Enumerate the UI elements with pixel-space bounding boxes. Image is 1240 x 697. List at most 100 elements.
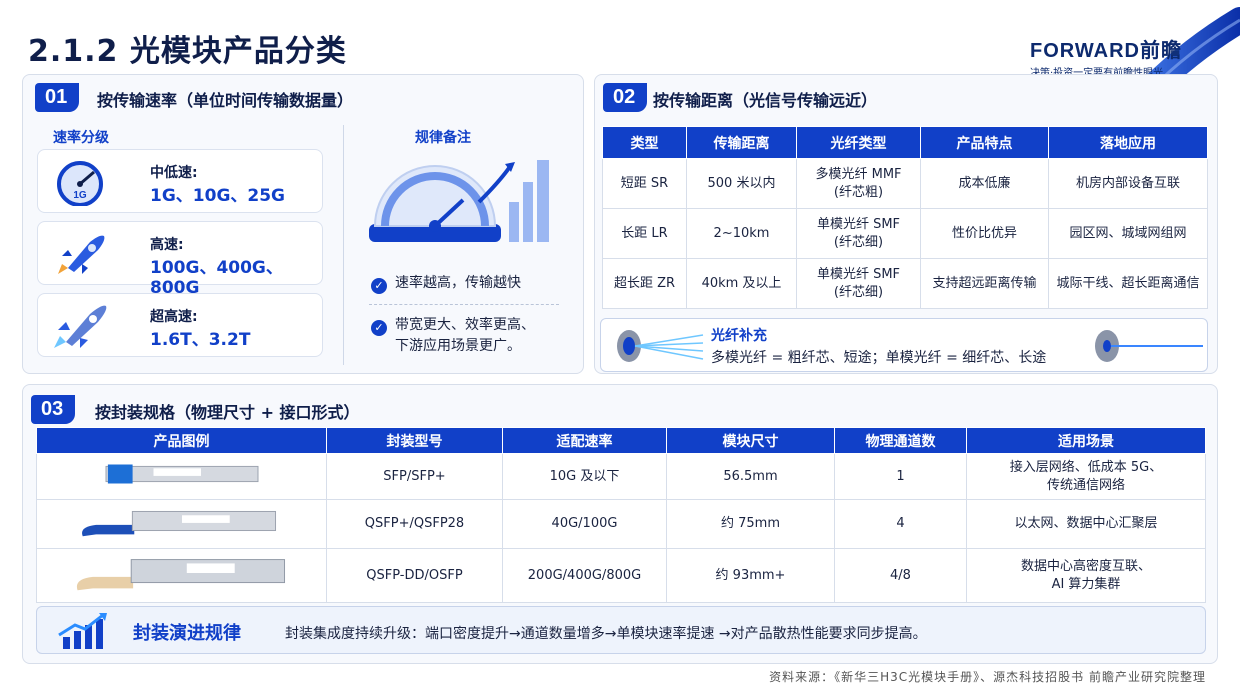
table-row: 超长距 ZR 40km 及以上 单模光纤 SMF (纤芯细) 支持超远距离传输 城… bbox=[602, 258, 1208, 309]
cell-package: QSFP+/QSFP28 bbox=[326, 499, 503, 549]
table-header: 模块尺寸 bbox=[666, 427, 835, 454]
check-icon: ✓ bbox=[371, 278, 387, 294]
cell-fiber: 单模光纤 SMF (纤芯细) bbox=[796, 258, 921, 309]
evolution-box: 封装演进规律 封装集成度持续升级：端口密度提升→通道数量增多→单模块速率提速 →… bbox=[36, 606, 1206, 654]
cell-feature: 支持超远距离传输 bbox=[920, 258, 1049, 309]
cell-type: 短距 SR bbox=[602, 158, 687, 209]
cell-feature: 成本低廉 bbox=[920, 158, 1049, 209]
table-row: QSFP-DD/OSFP 200G/400G/800G 约 93mm+ 4/8 … bbox=[36, 548, 1206, 603]
cell-rate: 200G/400G/800G bbox=[502, 548, 667, 603]
rate-level-card: 1G 中低速: 1G、10G、25G bbox=[37, 149, 323, 213]
table-header: 物理通道数 bbox=[834, 427, 967, 454]
single-mode-fiber-icon bbox=[1095, 330, 1203, 362]
source-note: 资料来源：《新华三H3C光模块手册》、源杰科技招股书 前瞻产业研究院整理 bbox=[769, 670, 1206, 684]
fiber-core: (纤芯细) bbox=[833, 284, 884, 300]
rate-level-card: 高速: 100G、400G、800G bbox=[37, 221, 323, 298]
panel-rate: 01 按传输速率（单位时间传输数据量） 速率分级 1G 中低速: 1G、10G、… bbox=[22, 74, 584, 374]
table-header: 光纤类型 bbox=[796, 126, 921, 159]
rate-level-value: 1G、10G、25G bbox=[150, 186, 286, 206]
page-title: 2.1.2 光模块产品分类 bbox=[28, 34, 347, 69]
brand-logo: FORWARD前瞻 决策·投资一定要有前瞻性眼光 bbox=[1030, 34, 1182, 79]
cell-package: QSFP-DD/OSFP bbox=[326, 548, 503, 603]
section-title: 按传输速率（单位时间传输数据量） bbox=[97, 91, 354, 110]
supplement-title: 光纤补充 bbox=[711, 328, 767, 344]
cell-scene: 以太网、数据中心汇聚层 bbox=[966, 499, 1206, 549]
rate-level-value: 100G、400G、800G bbox=[150, 258, 283, 298]
supplement-text: 多模光纤 = 粗纤芯、短途；单模光纤 = 细纤芯、长途 bbox=[711, 350, 1047, 366]
fiber-name: 单模光纤 SMF bbox=[816, 266, 901, 282]
cell-application: 城际干线、超长距离通信 bbox=[1048, 258, 1208, 309]
fiber-cable-icon bbox=[617, 330, 704, 362]
cell-size: 56.5mm bbox=[666, 453, 835, 500]
cell-scene: 接入层网络、低成本 5G、 传统通信网络 bbox=[966, 453, 1206, 500]
cell-fiber: 单模光纤 SMF (纤芯细) bbox=[796, 208, 921, 259]
note-text: 速率越高，传输越快 bbox=[395, 275, 521, 291]
cell-rate: 40G/100G bbox=[502, 499, 667, 549]
growth-chart-icon bbox=[58, 613, 107, 649]
scene-line: AI 算力集群 bbox=[1051, 576, 1121, 592]
cell-application: 园区网、城域网组网 bbox=[1048, 208, 1208, 259]
cell-rate: 10G 及以下 bbox=[502, 453, 667, 500]
rocket-icon bbox=[58, 235, 105, 274]
table-header: 封装型号 bbox=[326, 427, 503, 454]
note-item: ✓ 带宽更大、效率更高、 下游应用场景更广。 bbox=[371, 315, 535, 357]
cell-size: 约 93mm+ bbox=[666, 548, 835, 603]
package-table: 产品图例 封装型号 适配速率 模块尺寸 物理通道数 适用场景 SFP/SFP+ … bbox=[36, 427, 1206, 603]
table-row: QSFP+/QSFP28 40G/100G 约 75mm 4 以太网、数据中心汇… bbox=[36, 499, 1206, 549]
table-header: 产品图例 bbox=[36, 427, 327, 454]
qsfp-dd-module-image bbox=[76, 558, 285, 590]
evolution-text: 封装集成度持续升级：端口密度提升→通道数量增多→单模块速率提速 →对产品散热性能… bbox=[285, 626, 927, 642]
evolution-title: 封装演进规律 bbox=[133, 623, 241, 644]
logo-text: FORWARD前瞻 bbox=[1030, 40, 1182, 62]
cell-feature: 性价比优异 bbox=[920, 208, 1049, 259]
note-text: 带宽更大、效率更高、 bbox=[395, 317, 535, 333]
rocket-launch-icon bbox=[54, 305, 107, 348]
sfp-module-image bbox=[105, 464, 258, 483]
product-image-cell bbox=[36, 499, 327, 549]
table-row: SFP/SFP+ 10G 及以下 56.5mm 1 接入层网络、低成本 5G、传… bbox=[36, 453, 1206, 500]
qsfp-module-image bbox=[81, 510, 276, 537]
table-row: 长距 LR 2~10km 单模光纤 SMF (纤芯细) 性价比优异 园区网、城域网… bbox=[602, 208, 1208, 259]
fiber-core: (纤芯粗) bbox=[833, 184, 884, 200]
gauge-label: 1G bbox=[73, 190, 87, 201]
table-header: 产品特点 bbox=[920, 126, 1049, 159]
fiber-name: 单模光纤 SMF bbox=[816, 216, 901, 232]
scene-line: 传统通信网络 bbox=[1046, 477, 1125, 493]
speed-growth-illustration bbox=[369, 160, 549, 242]
rate-level-label: 中低速: bbox=[150, 165, 198, 181]
cell-scene: 数据中心高密度互联、 AI 算力集群 bbox=[966, 548, 1206, 603]
cell-channels: 4/8 bbox=[834, 548, 967, 603]
cell-distance: 500 米以内 bbox=[686, 158, 797, 209]
product-image-cell bbox=[36, 548, 327, 603]
section-number-badge: 01 bbox=[35, 83, 80, 112]
scene-line: 以太网、数据中心汇聚层 bbox=[1014, 516, 1158, 531]
rate-level-value: 1.6T、3.2T bbox=[150, 330, 251, 350]
cell-application: 机房内部设备互联 bbox=[1048, 158, 1208, 209]
cell-fiber: 多模光纤 MMF (纤芯粗) bbox=[796, 158, 921, 209]
cell-package: SFP/SFP+ bbox=[326, 453, 503, 500]
note-item: ✓ 速率越高，传输越快 bbox=[371, 273, 521, 294]
cell-size: 约 75mm bbox=[666, 499, 835, 549]
rate-level-label: 高速: bbox=[150, 237, 184, 253]
cell-distance: 2~10km bbox=[686, 208, 797, 259]
check-icon: ✓ bbox=[371, 320, 387, 336]
product-image-cell bbox=[36, 453, 327, 500]
rate-heading: 速率分级 bbox=[53, 130, 109, 146]
section-title: 按封装规格（物理尺寸 + 接口形式） bbox=[95, 403, 360, 422]
scene-line: 接入层网络、低成本 5G、 bbox=[1009, 459, 1163, 475]
section-number-badge: 03 bbox=[31, 395, 76, 424]
fiber-supplement-box: 光纤补充 多模光纤 = 粗纤芯、短途；单模光纤 = 细纤芯、长途 bbox=[600, 318, 1208, 372]
dashed-divider bbox=[369, 304, 559, 305]
distance-table: 类型 传输距离 光纤类型 产品特点 落地应用 短距 SR 500 米以内 多模光… bbox=[602, 126, 1208, 309]
cell-type: 长距 LR bbox=[602, 208, 687, 259]
fiber-core: (纤芯细) bbox=[833, 234, 884, 250]
cell-type: 超长距 ZR bbox=[602, 258, 687, 309]
cell-channels: 1 bbox=[834, 453, 967, 500]
rate-level-card: 超高速: 1.6T、3.2T bbox=[37, 293, 323, 357]
table-header: 传输距离 bbox=[686, 126, 797, 159]
rate-level-label: 超高速: bbox=[150, 309, 198, 325]
table-header: 类型 bbox=[602, 126, 687, 159]
section-title: 按传输距离（光信号传输远近） bbox=[653, 91, 878, 110]
note-text: 下游应用场景更广。 bbox=[395, 338, 521, 354]
cell-distance: 40km 及以上 bbox=[686, 258, 797, 309]
